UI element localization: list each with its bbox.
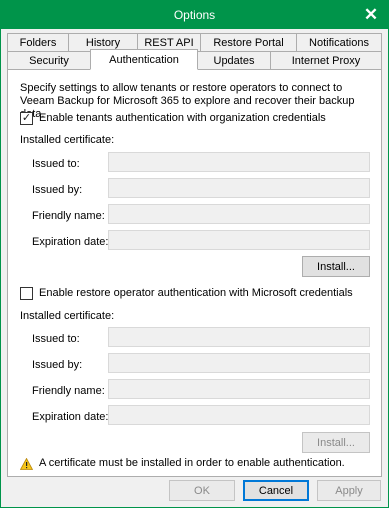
tenants-auth-checkbox[interactable]: ✓ [20,112,33,125]
tenants-issued-by-field [108,178,370,198]
tenants-issued-by-label: Issued by: [32,184,83,196]
tab-restore-portal[interactable]: Restore Portal [200,33,297,52]
tab-updates[interactable]: Updates [197,51,271,70]
operators-expiration-date-field [108,405,370,425]
operators-auth-checkbox[interactable] [20,287,33,300]
tab-authentication[interactable]: Authentication [90,49,198,70]
apply-button[interactable]: Apply [317,480,381,501]
tab-internet-proxy[interactable]: Internet Proxy [270,51,382,70]
tenants-expiration-date-field [108,230,370,250]
tenants-expiration-date-label: Expiration date: [32,236,109,248]
warning-icon [20,458,33,470]
close-icon: ✕ [363,5,379,24]
warning-text: A certificate must be installed in order… [39,457,345,469]
operators-issued-to-label: Issued to: [32,333,80,345]
operators-friendly-name-field [108,379,370,399]
operators-issued-by-field [108,353,370,373]
tenants-friendly-name-field [108,204,370,224]
tenants-cert-heading: Installed certificate: [20,134,115,146]
tab-folders[interactable]: Folders [7,33,69,52]
tab-security[interactable]: Security [7,51,91,70]
tenants-auth-label: Enable tenants authentication with organ… [39,112,326,124]
options-dialog: Options ✕ Folders History REST API Resto… [0,0,389,508]
window-title: Options [173,8,216,22]
tenants-issued-to-label: Issued to: [32,158,80,170]
ok-button[interactable]: OK [169,480,235,501]
close-button[interactable]: ✕ [358,3,384,27]
tenants-install-button[interactable]: Install... [302,256,370,277]
cancel-button[interactable]: Cancel [243,480,309,501]
tab-notifications[interactable]: Notifications [296,33,382,52]
operators-friendly-name-label: Friendly name: [32,385,105,397]
operators-issued-to-field [108,327,370,347]
operators-install-button[interactable]: Install... [302,432,370,453]
tenants-issued-to-field [108,152,370,172]
title-bar: Options ✕ [1,1,388,29]
operators-cert-heading: Installed certificate: [20,310,115,322]
operators-issued-by-label: Issued by: [32,359,83,371]
checkmark-icon: ✓ [21,112,32,124]
tenants-friendly-name-label: Friendly name: [32,210,105,222]
operators-expiration-date-label: Expiration date: [32,411,109,423]
operators-auth-label: Enable restore operator authentication w… [39,287,353,299]
authentication-panel: Specify settings to allow tenants or res… [7,69,382,477]
